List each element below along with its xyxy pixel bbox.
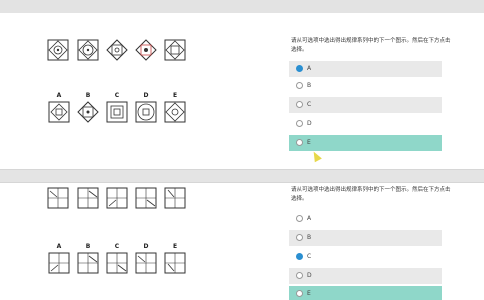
radio-button[interactable] [296,215,303,222]
option-b[interactable]: B [289,78,442,94]
radio-button[interactable] [296,139,303,146]
question-prompt: 请从可选项中选出得出规律系列中的下一个图示。然后在下方点击选择。 [291,38,451,53]
option-b[interactable]: B [289,230,442,246]
sequence-figure-3 [106,187,128,209]
answer-letter-b: B [85,92,91,99]
option-c[interactable]: C [289,249,442,265]
option-label: D [307,120,312,127]
answer-letter-c: C [114,92,120,99]
radio-button[interactable] [296,101,303,108]
option-d[interactable]: D [289,116,442,132]
answer-figure-d [135,252,157,274]
sequence-figure-1 [47,39,69,61]
option-label: B [307,82,312,89]
sequence-figure-2 [77,39,99,61]
answer-letter-e: E [172,92,178,99]
sequence-figure-2 [77,187,99,209]
answer-letter-b: B [85,243,91,250]
answer-figure-e [164,252,186,274]
question-separator [0,169,484,183]
radio-button[interactable] [296,253,303,260]
answer-figure-b [77,101,99,123]
option-e[interactable]: E [289,286,442,300]
sequence-figure-3 [106,39,128,61]
option-label: A [307,215,312,222]
sequence-figure-4 [135,39,157,61]
top-separator [0,0,484,13]
answer-figure-a [48,101,70,123]
mouse-cursor-icon [310,149,322,163]
sequence-figure-5 [164,39,186,61]
answer-letter-d: D [143,243,149,250]
sequence-figure-5 [164,187,186,209]
radio-button[interactable] [296,82,303,89]
option-e[interactable]: E [289,135,442,151]
sequence-figure-4 [135,187,157,209]
option-label: B [307,234,312,241]
option-label: E [307,290,311,297]
answer-figure-e [164,101,186,123]
option-d[interactable]: D [289,268,442,284]
option-label: C [307,101,312,108]
question-prompt: 请从可选项中选出得出规律系列中的下一个图示。然后在下方点击选择。 [291,187,451,202]
answer-figure-d [135,101,157,123]
option-a[interactable]: A [289,61,442,77]
option-label: C [307,253,312,260]
answer-figure-c [106,252,128,274]
option-label: A [307,65,312,72]
radio-button[interactable] [296,120,303,127]
radio-button[interactable] [296,272,303,279]
radio-button[interactable] [296,290,303,297]
option-label: D [307,272,312,279]
answer-figure-a [48,252,70,274]
option-label: E [307,139,311,146]
answer-figure-c [106,101,128,123]
sequence-figure-1 [47,187,69,209]
answer-letter-a: A [56,92,62,99]
answer-letter-c: C [114,243,120,250]
answer-letter-e: E [172,243,178,250]
radio-button[interactable] [296,234,303,241]
option-a[interactable]: A [289,211,442,227]
option-c[interactable]: C [289,97,442,113]
radio-button[interactable] [296,65,303,72]
answer-figure-b [77,252,99,274]
answer-letter-d: D [143,92,149,99]
answer-letter-a: A [56,243,62,250]
